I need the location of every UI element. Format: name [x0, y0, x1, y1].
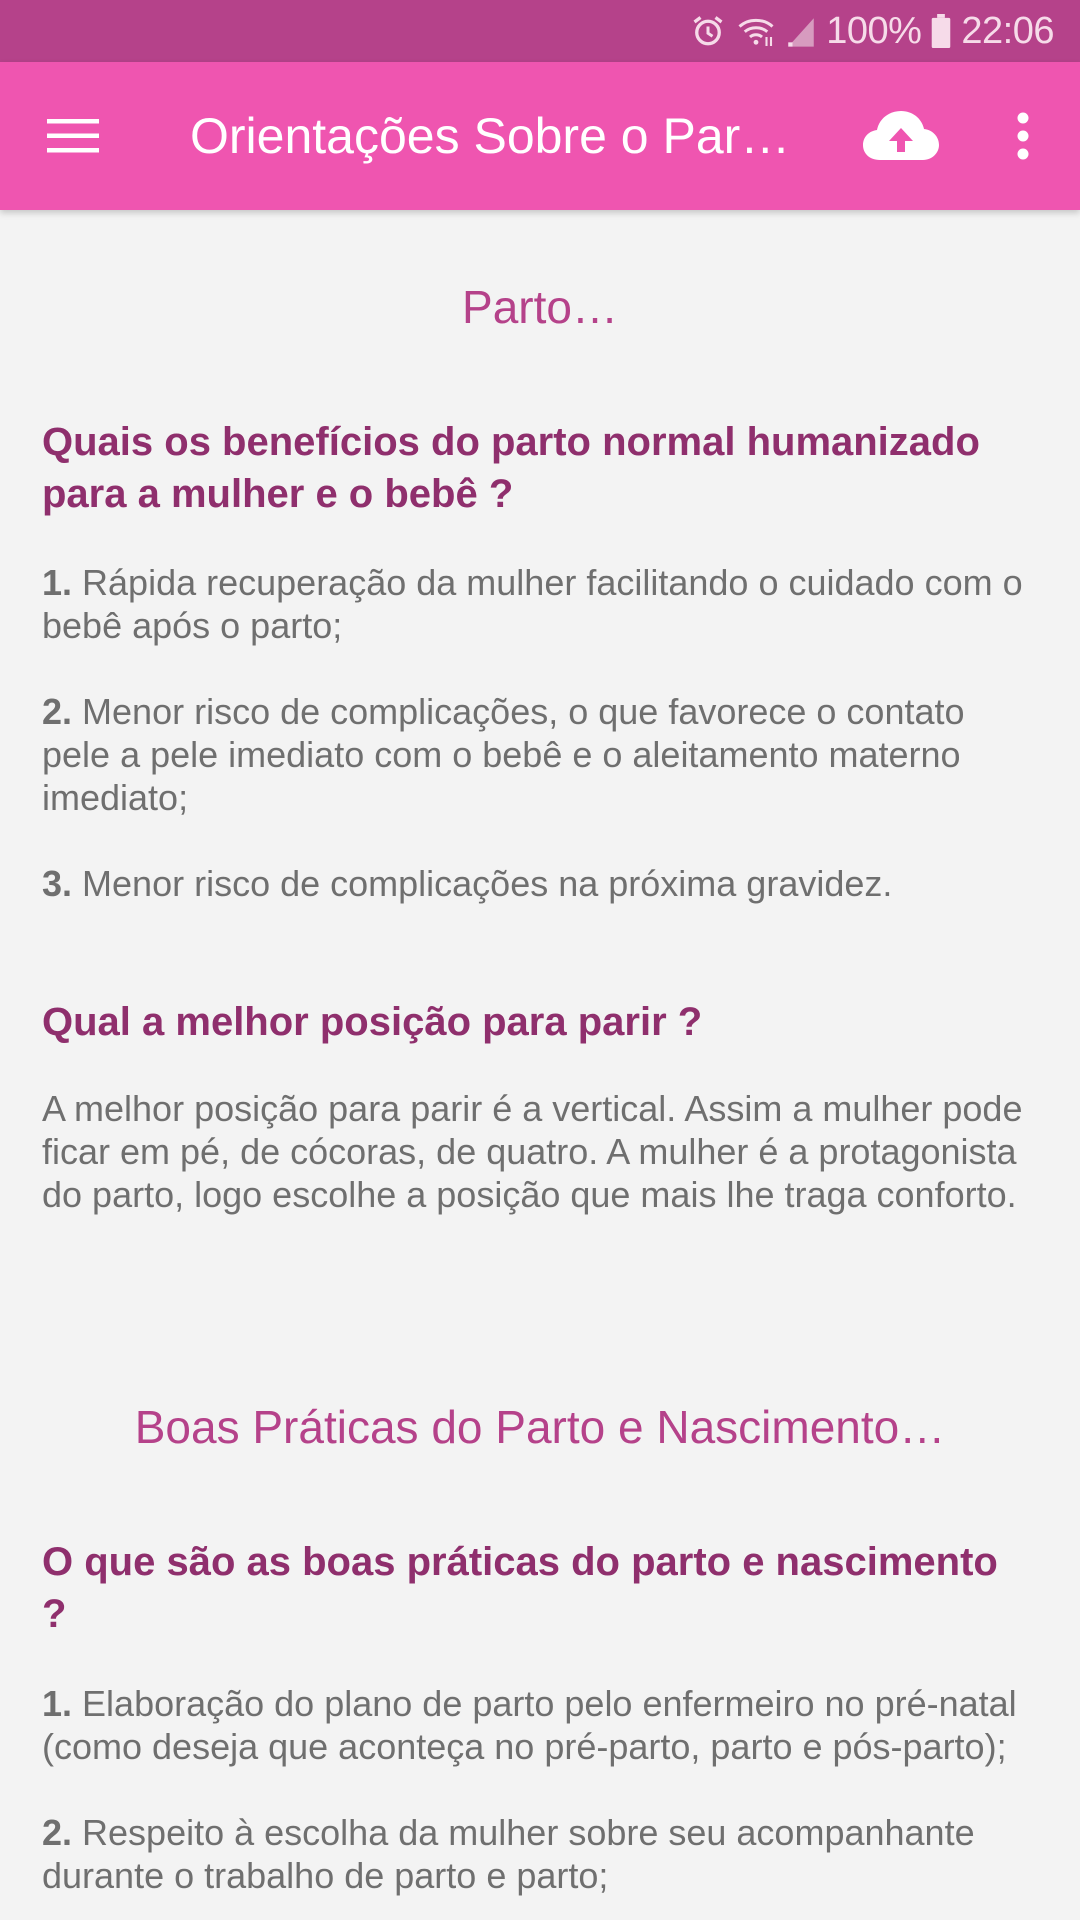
- app-title: Orientações Sobre o Par…: [190, 108, 791, 164]
- status-icons: 100% 22:06: [690, 0, 1054, 62]
- battery-percent: 100%: [826, 9, 922, 52]
- answer-paragraph: A melhor posição para parir é a vertical…: [42, 1088, 1023, 1215]
- answer-item: 2. Menor risco de complicações, o que fa…: [42, 690, 1032, 819]
- answer-item: 2. Respeito à escolha da mulher sobre se…: [42, 1811, 1032, 1897]
- question-heading: Quais os benefícios do parto normal huma…: [42, 420, 980, 516]
- item-text: Elaboração do plano de parto pelo enferm…: [42, 1683, 1017, 1767]
- item-text: Rápida recuperação da mulher facilitando…: [42, 562, 1023, 646]
- question-heading: O que são as boas práticas do parto e na…: [42, 1540, 998, 1636]
- clock: 22:06: [961, 9, 1054, 52]
- item-number: 1.: [42, 562, 73, 603]
- section-title: Parto…: [462, 281, 618, 333]
- answer-item: 1. Elaboração do plano de parto pelo enf…: [42, 1682, 1032, 1768]
- signal-icon: [786, 14, 816, 48]
- question-heading: Qual a melhor posição para parir ?: [42, 1000, 703, 1044]
- upload-button[interactable]: [856, 102, 946, 170]
- more-vert-icon: [1017, 112, 1029, 160]
- cloud-upload-icon: [863, 111, 939, 160]
- item-number: 2.: [42, 1812, 73, 1853]
- item-number: 1.: [42, 1683, 73, 1724]
- answer-item: 3. Menor risco de complicações na próxim…: [42, 862, 1032, 905]
- menu-button[interactable]: [38, 106, 108, 166]
- battery-icon: [931, 14, 951, 48]
- alarm-icon: [690, 13, 726, 49]
- menu-icon: [47, 119, 99, 153]
- overflow-menu-button[interactable]: [998, 102, 1048, 170]
- app-bar: Orientações Sobre o Par…: [0, 62, 1080, 210]
- item-text: Menor risco de complicações na próxima g…: [72, 863, 893, 904]
- section-title: Boas Práticas do Parto e Nascimento…: [134, 1401, 946, 1453]
- item-text: Respeito à escolha da mulher sobre seu a…: [42, 1812, 975, 1896]
- status-bar: 100% 22:06: [0, 0, 1080, 62]
- item-text: Menor risco de complicações, o que favor…: [42, 691, 965, 818]
- item-number: 2.: [42, 691, 73, 732]
- item-number: 3.: [42, 863, 73, 904]
- answer-item: 1. Rápida recuperação da mulher facilita…: [42, 561, 1032, 647]
- wifi-icon: [736, 13, 776, 49]
